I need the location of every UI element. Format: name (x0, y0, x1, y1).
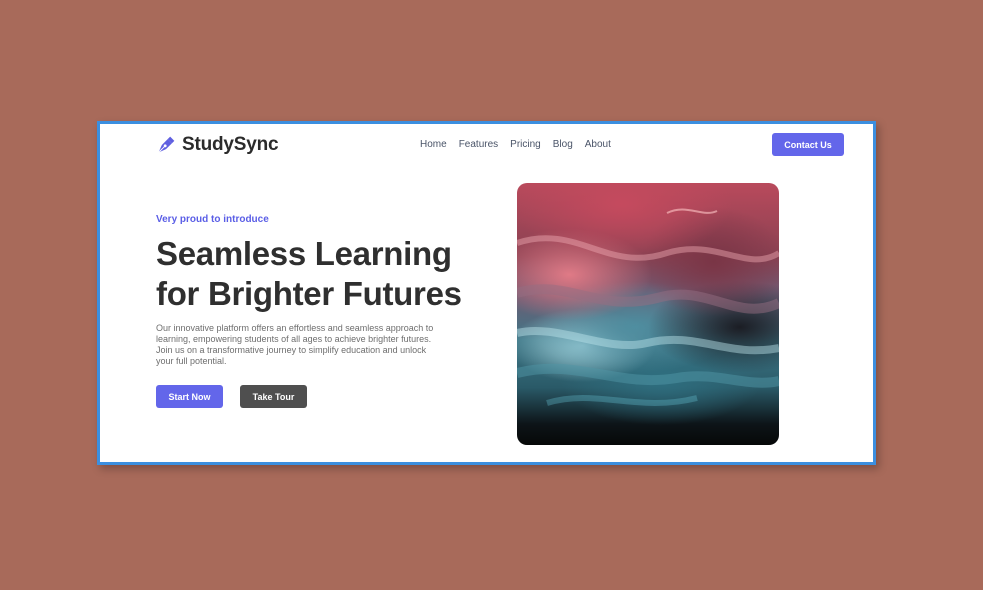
nav-item-features[interactable]: Features (459, 139, 498, 150)
brand-logo[interactable]: StudySync (156, 134, 279, 156)
landing-page-frame: StudySync Home Features Pricing Blog Abo… (97, 121, 876, 465)
nav-item-home[interactable]: Home (420, 139, 447, 150)
contact-us-button[interactable]: Contact Us (772, 133, 844, 156)
nav-item-pricing[interactable]: Pricing (510, 139, 541, 150)
take-tour-button[interactable]: Take Tour (240, 385, 307, 408)
start-now-button[interactable]: Start Now (156, 385, 223, 408)
hero-eyebrow: Very proud to introduce (156, 214, 269, 225)
brand-name: StudySync (182, 134, 279, 155)
headline-line-2: for Brighter Futures (156, 275, 462, 312)
hero-headline: Seamless Learning for Brighter Futures (156, 234, 462, 314)
pen-nib-icon (158, 136, 175, 153)
nav-item-about[interactable]: About (585, 139, 611, 150)
hero-description: Our innovative platform offers an effort… (156, 323, 434, 366)
ink-swirl-overlay (517, 208, 779, 406)
nav-item-blog[interactable]: Blog (553, 139, 573, 150)
headline-line-1: Seamless Learning (156, 235, 452, 272)
hero-image (517, 183, 779, 445)
main-nav: Home Features Pricing Blog About (420, 139, 611, 150)
